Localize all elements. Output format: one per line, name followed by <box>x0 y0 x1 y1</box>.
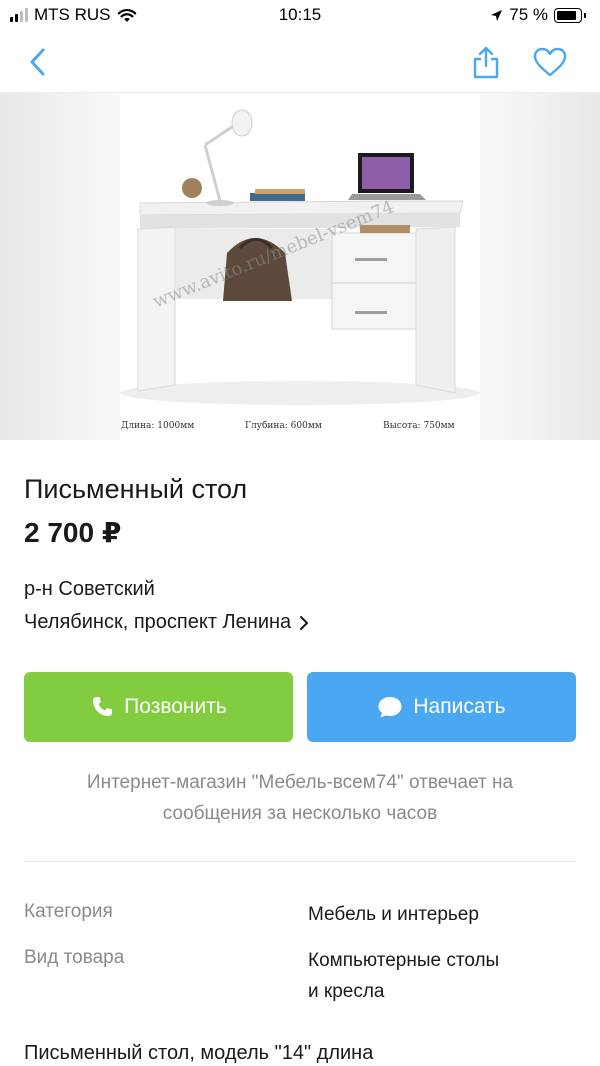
dimension-height: Высота: 750мм <box>383 421 455 431</box>
desk-illustration <box>120 109 480 405</box>
favorite-button[interactable] <box>530 42 570 82</box>
dimension-length: Длина: 1000мм <box>121 421 195 431</box>
param-type-label: Вид товара <box>24 947 125 968</box>
address-text: Челябинск, проспект Ленина <box>24 611 292 633</box>
navigation-bar <box>0 30 600 93</box>
listing-price: 2 700 ₽ <box>24 517 122 548</box>
battery-percent: 75 % <box>509 5 548 24</box>
share-button[interactable] <box>466 42 506 82</box>
param-type-value-line2: и кресла <box>308 981 385 1002</box>
listing-description: Письменный стол, модель "14" длина <box>24 1042 374 1064</box>
call-button-label: Позвонить <box>124 695 227 718</box>
param-type-value: Компьютерные столы и кресла <box>308 945 578 1007</box>
chat-bubble-icon <box>378 697 402 718</box>
battery-icon <box>554 7 586 23</box>
location-arrow-icon <box>490 9 503 22</box>
listing-address-link[interactable]: Челябинск, проспект Ленина <box>24 611 309 634</box>
seller-reply-note: Интернет-магазин "Мебель-всем74" отвечае… <box>24 767 576 829</box>
param-category-label: Категория <box>24 901 113 922</box>
status-bar: MTS RUS 10:15 75 % <box>0 0 600 30</box>
favorite-heart-icon <box>533 47 567 77</box>
listing-title: Письменный стол <box>24 474 248 504</box>
phone-icon <box>93 697 113 716</box>
reply-note-line1: Интернет-магазин "Мебель-всем74" отвечае… <box>86 772 514 793</box>
param-category-value: Мебель и интерьер <box>308 904 479 925</box>
listing-district: р-н Советский <box>24 578 155 600</box>
param-type-value-line1: Компьютерные столы <box>308 950 500 971</box>
back-button[interactable] <box>18 42 58 82</box>
chevron-right-icon <box>300 615 309 630</box>
share-icon <box>473 46 499 79</box>
reply-note-line2: сообщения за несколько часов <box>162 803 438 824</box>
listing-photo[interactable]: www.avito.ru/mebel-vsem74 Длина: 1000мм … <box>0 93 600 440</box>
back-chevron-icon <box>30 48 45 76</box>
divider <box>24 861 576 862</box>
call-button[interactable]: Позвонить <box>24 672 293 742</box>
write-button-label: Написать <box>413 695 506 718</box>
dimension-depth: Глубина: 600мм <box>245 421 322 431</box>
write-message-button[interactable]: Написать <box>307 672 576 742</box>
